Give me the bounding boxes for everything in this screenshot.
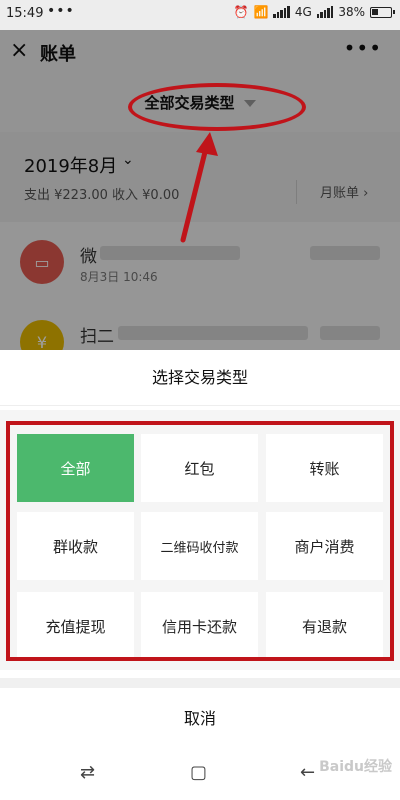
- signal-icon: [273, 6, 290, 18]
- monthly-bill-link[interactable]: 月账单 ›: [320, 182, 368, 201]
- sheet-title: 选择交易类型: [0, 350, 400, 406]
- month-summary-card: 2019年8月 ⌄ 支出 ¥223.00 收入 ¥0.00 月账单 ›: [0, 132, 400, 222]
- recent-apps-icon[interactable]: ⇄: [80, 762, 95, 783]
- transaction-date: 8月3日 10:46: [80, 270, 158, 284]
- notification-dots: •••: [47, 3, 75, 19]
- redacted-amount: [320, 326, 380, 340]
- transaction-row[interactable]: ▭ 微 8月3日 10:46: [0, 222, 400, 302]
- status-icons: ⏰ 📶 4G 38%: [233, 5, 395, 19]
- home-icon[interactable]: ▢: [190, 762, 207, 783]
- annotation-ellipse: [128, 83, 306, 131]
- redacted-text: [118, 326, 308, 340]
- chevron-down-icon[interactable]: ⌄: [122, 152, 134, 168]
- transaction-title: 微: [80, 247, 97, 267]
- back-icon[interactable]: ←: [300, 762, 315, 783]
- cancel-button[interactable]: 取消: [0, 688, 400, 750]
- sheet-gap: [0, 678, 400, 688]
- transaction-title: 扫二: [80, 327, 114, 347]
- watermark: Baidu经验: [319, 759, 392, 775]
- battery-percent: 38%: [338, 5, 365, 19]
- signal-icon-2: [316, 6, 334, 18]
- redacted-text: [100, 246, 240, 260]
- divider: [296, 180, 297, 204]
- more-icon[interactable]: •••: [344, 36, 382, 60]
- page-title: 账单: [40, 44, 76, 65]
- month-summary: 支出 ¥223.00 收入 ¥0.00: [24, 188, 180, 203]
- network-type: 4G: [294, 5, 312, 19]
- wifi-icon: 📶: [253, 5, 269, 19]
- nav-bar: × 账单 •••: [0, 30, 400, 74]
- battery-icon: [370, 6, 395, 18]
- red-packet-icon: ▭: [20, 240, 64, 284]
- status-bar: 15:49 ••• ⏰ 📶 4G 38%: [0, 0, 400, 30]
- alarm-icon: ⏰: [233, 5, 249, 19]
- redacted-amount: [310, 246, 380, 260]
- annotation-rectangle: [6, 421, 394, 661]
- month-title[interactable]: 2019年8月: [24, 152, 117, 178]
- close-icon[interactable]: ×: [10, 38, 28, 64]
- status-time: 15:49: [6, 6, 44, 21]
